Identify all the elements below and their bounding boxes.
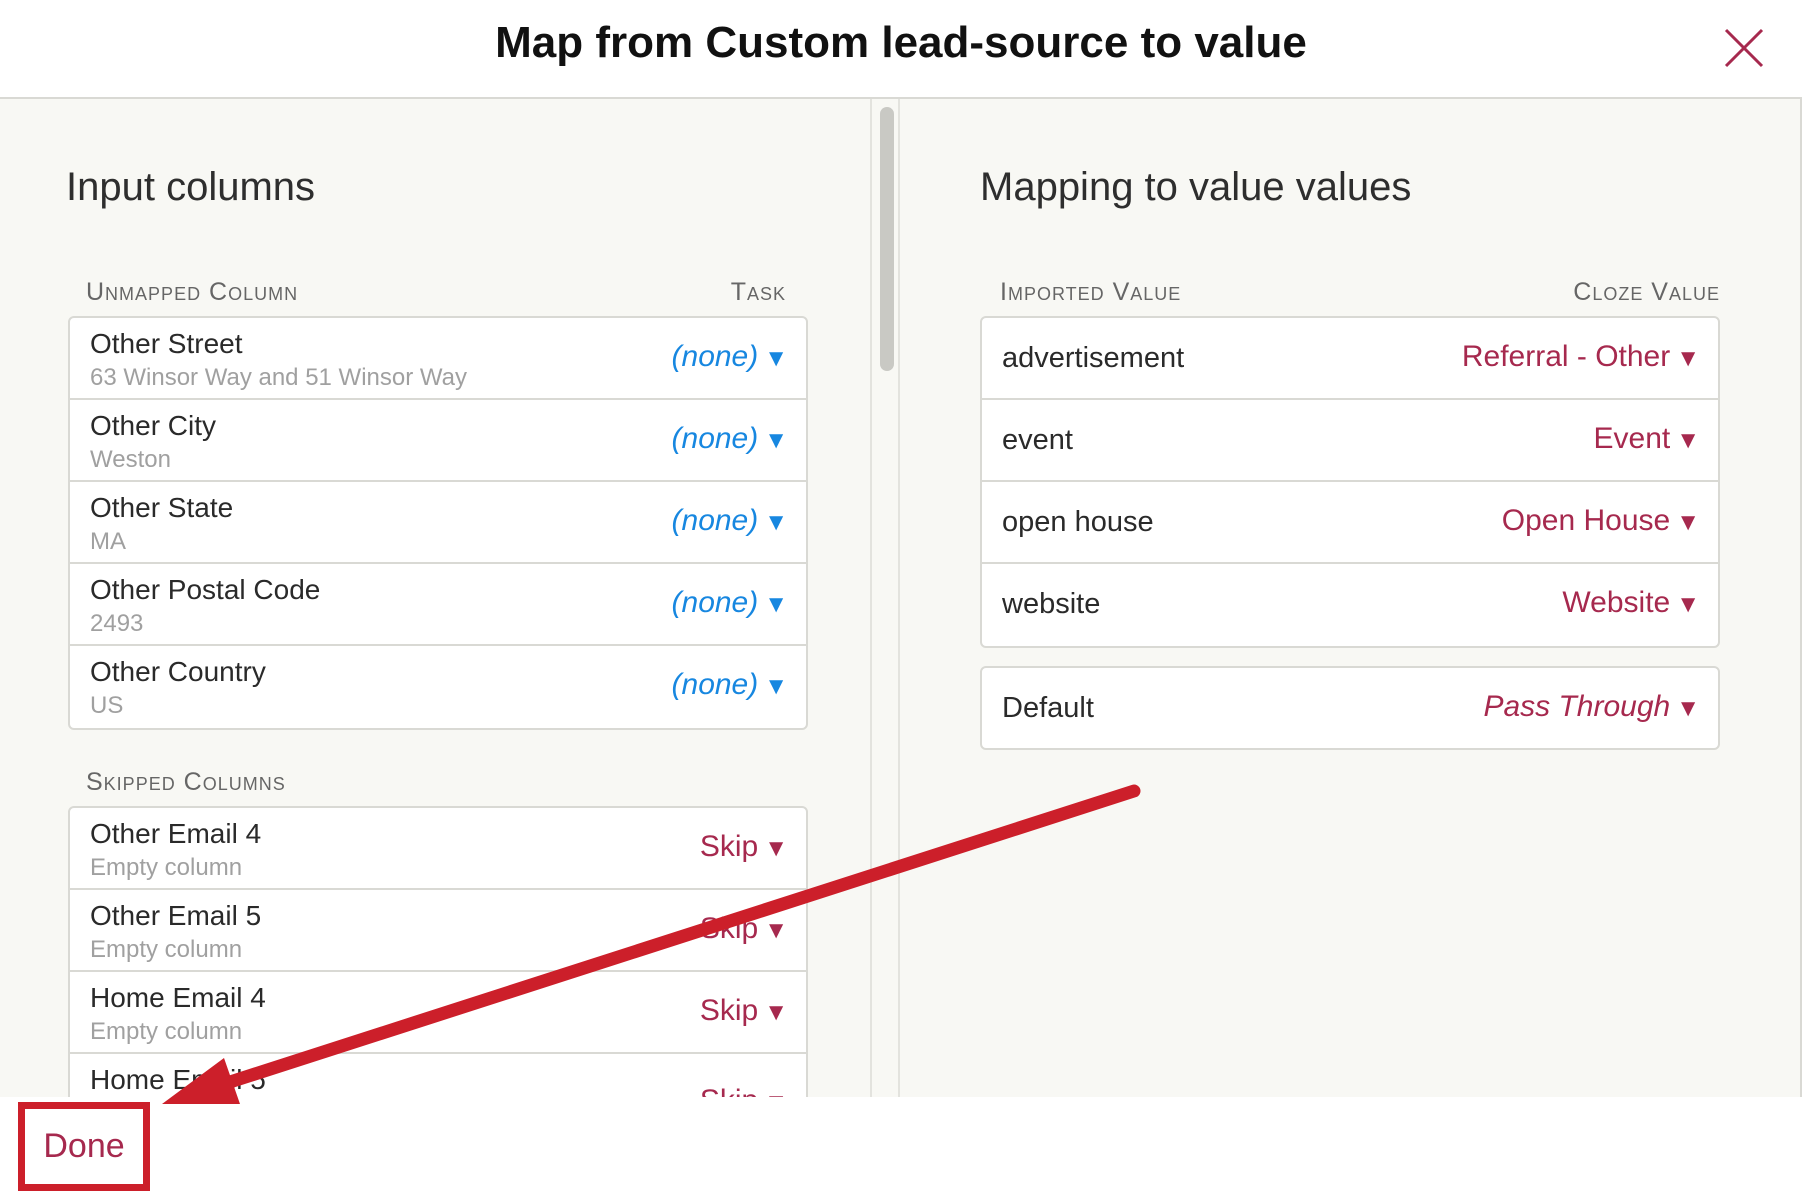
cloze-value-header: Cloze Value <box>1573 278 1720 306</box>
task-label: Skip <box>699 830 759 863</box>
caret-down-icon: ▼ <box>764 999 788 1026</box>
task-label: Skip <box>700 1084 758 1097</box>
caret-down-icon: ▼ <box>764 591 788 618</box>
list-item: Other Email 4 Empty column Skip ▼ <box>70 808 806 890</box>
column-sample: MA <box>90 528 126 555</box>
column-name: Other Street <box>90 328 243 359</box>
task-label: (none) <box>671 340 759 373</box>
caret-down-icon: ▼ <box>1676 345 1700 372</box>
column-name: Other Postal Code <box>90 574 321 605</box>
imported-value: event <box>1002 424 1073 456</box>
modal-header: Map from Custom lead-source to value <box>0 0 1802 99</box>
input-columns-title: Input columns <box>66 165 316 209</box>
task-label: (none) <box>671 668 759 701</box>
scrollbar[interactable] <box>872 99 900 1097</box>
task-header: Task <box>730 278 786 306</box>
list-item: Other City Weston (none) ▼ <box>70 400 806 482</box>
caret-down-icon: ▼ <box>1676 509 1700 536</box>
task-label: (none) <box>671 586 759 619</box>
scrollbar-thumb[interactable] <box>880 107 894 371</box>
column-sample: Empty column <box>90 936 243 963</box>
caret-down-icon: ▼ <box>1676 591 1700 618</box>
column-name: Other Email 4 <box>90 818 262 849</box>
cloze-value-dropdown[interactable]: Open House ▼ <box>1502 504 1700 538</box>
task-dropdown[interactable]: (none) ▼ <box>672 422 788 456</box>
close-icon[interactable] <box>1722 26 1766 70</box>
column-name: Other Email 5 <box>90 900 262 931</box>
mapping-title: Mapping to value values <box>980 165 1412 209</box>
list-item: Other Country US (none) ▼ <box>70 646 806 728</box>
imported-value-header: Imported Value <box>1000 278 1182 306</box>
cloze-value-dropdown[interactable]: Website ▼ <box>1562 586 1700 620</box>
caret-down-icon: ▼ <box>764 917 788 944</box>
list-item: Home Email 4 Empty column Skip ▼ <box>70 972 806 1054</box>
column-sample: 63 Winsor Way and 51 Winsor Way <box>90 364 468 391</box>
done-button[interactable]: Done <box>18 1102 150 1191</box>
task-dropdown[interactable]: (none) ▼ <box>672 668 788 702</box>
modal-title: Map from Custom lead-source to value <box>495 18 1307 67</box>
list-item: website Website ▼ <box>982 564 1718 646</box>
column-name: Home Email 4 <box>90 982 266 1013</box>
column-name: Other Country <box>90 656 266 687</box>
task-dropdown[interactable]: Skip▼ <box>700 830 788 864</box>
caret-down-icon: ▼ <box>764 1089 788 1097</box>
column-sample: Weston <box>90 446 171 473</box>
task-label: Skip <box>699 912 759 945</box>
default-value-dropdown[interactable]: Pass Through ▼ <box>1483 690 1700 724</box>
caret-down-icon: ▼ <box>764 427 788 454</box>
unmapped-column-header: Unmapped Column <box>86 278 299 306</box>
skipped-columns-list: Other Email 4 Empty column Skip ▼ Other E… <box>68 806 808 1097</box>
task-dropdown[interactable]: (none) ▼ <box>672 340 788 374</box>
task-dropdown[interactable]: Skip▼ <box>700 912 788 946</box>
default-label: Default <box>1002 692 1094 724</box>
column-sample: 2493 <box>90 610 144 637</box>
task-dropdown[interactable]: Skip▼ <box>700 994 788 1028</box>
task-dropdown[interactable]: (none) ▼ <box>672 586 788 620</box>
column-name: Other City <box>90 410 217 441</box>
task-label: Skip <box>699 994 759 1027</box>
cloze-value-label: Website <box>1562 586 1671 619</box>
cloze-value-label: Open House <box>1501 504 1671 537</box>
caret-down-icon: ▼ <box>764 345 788 372</box>
cloze-value-label: Referral - Other <box>1461 340 1671 373</box>
list-item: Other Postal Code 2493 (none) ▼ <box>70 564 806 646</box>
modal-body: Input columns Unmapped Column Task Other… <box>0 99 1802 1097</box>
imported-value: advertisement <box>1002 342 1185 374</box>
column-name: Home Email 5 <box>90 1064 266 1095</box>
cloze-value-dropdown[interactable]: Event ▼ <box>1594 422 1700 456</box>
default-mapping: Default Pass Through ▼ <box>980 666 1720 750</box>
skipped-columns-header: Skipped Columns <box>86 768 286 796</box>
imported-value: website <box>1002 588 1101 620</box>
list-item: advertisement Referral - Other ▼ <box>982 318 1718 400</box>
task-label: (none) <box>671 422 759 455</box>
list-item: event Event ▼ <box>982 400 1718 482</box>
cloze-value-dropdown[interactable]: Referral - Other ▼ <box>1462 340 1700 374</box>
column-sample: Empty column <box>90 854 243 881</box>
default-value-label: Pass Through <box>1483 690 1671 723</box>
column-sample: Empty column <box>90 1018 243 1045</box>
list-item: Home Email 5 Skip ▼ <box>70 1054 806 1097</box>
column-name: Other State <box>90 492 234 523</box>
list-item: Other Email 5 Empty column Skip ▼ <box>70 890 806 972</box>
column-sample: US <box>90 692 124 719</box>
list-item: open house Open House ▼ <box>982 482 1718 564</box>
imported-value: open house <box>1002 506 1154 538</box>
modal-footer: Done <box>0 1097 1802 1198</box>
list-item: Default Pass Through ▼ <box>982 668 1718 748</box>
caret-down-icon: ▼ <box>1676 427 1700 454</box>
value-mapping-list: advertisement Referral - Other ▼ event Ev… <box>980 316 1720 648</box>
cloze-value-label: Event <box>1593 422 1671 455</box>
caret-down-icon: ▼ <box>764 509 788 536</box>
task-dropdown[interactable]: (none) ▼ <box>672 504 788 538</box>
list-item: Other State MA (none) ▼ <box>70 482 806 564</box>
caret-down-icon: ▼ <box>764 673 788 700</box>
unmapped-columns-list: Other Street 63 Winsor Way and 51 Winsor… <box>68 316 808 730</box>
task-dropdown[interactable]: Skip ▼ <box>700 1084 788 1097</box>
list-item: Other Street 63 Winsor Way and 51 Winsor… <box>70 318 806 400</box>
caret-down-icon: ▼ <box>764 835 788 862</box>
mapping-pane: Mapping to value values Imported Value C… <box>902 99 1800 1097</box>
input-columns-pane: Input columns Unmapped Column Task Other… <box>0 99 872 1097</box>
task-label: (none) <box>671 504 759 537</box>
caret-down-icon: ▼ <box>1676 695 1700 722</box>
